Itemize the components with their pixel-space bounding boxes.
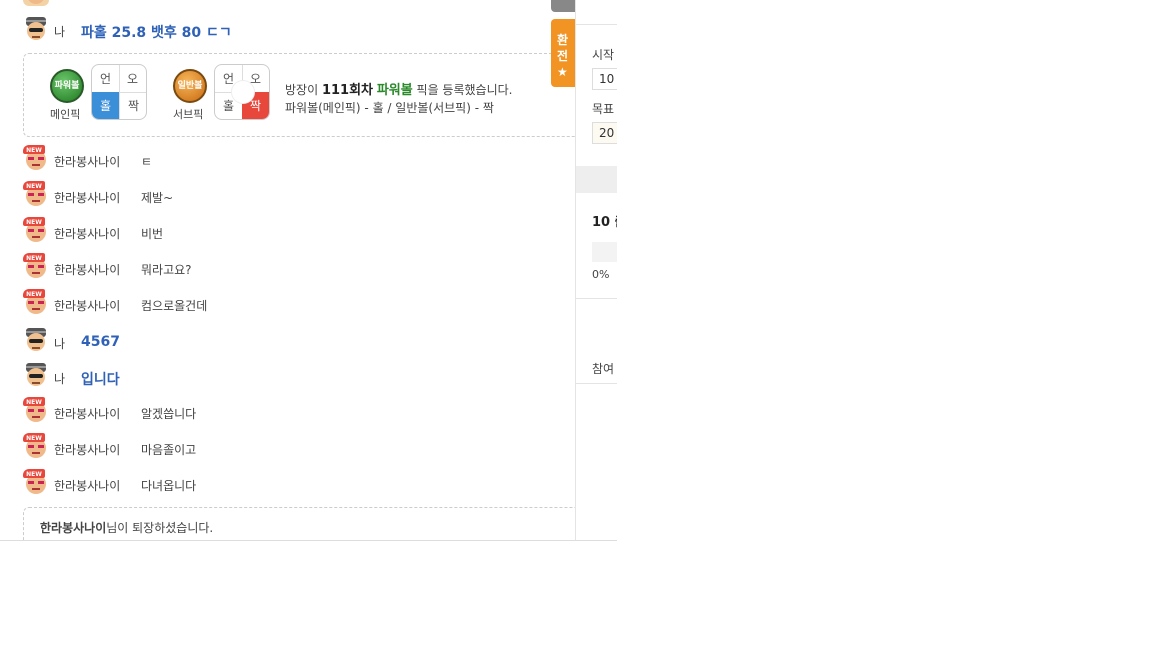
- start-input[interactable]: 10: [592, 68, 617, 90]
- svg-text:NEW: NEW: [26, 435, 42, 442]
- divider: [576, 383, 617, 384]
- svg-text:NEW: NEW: [26, 255, 42, 262]
- chat-message-mine: 나 입니다: [0, 362, 575, 392]
- svg-text:NEW: NEW: [26, 219, 42, 226]
- message-text: 비번: [141, 227, 164, 241]
- svg-text:NEW: NEW: [26, 147, 42, 154]
- sub-ball-label: 일반볼: [177, 81, 203, 91]
- progress-percent: 0%: [592, 268, 610, 281]
- cell-hol-selected: 홀: [92, 92, 119, 119]
- user-avatar[interactable]: NEW: [23, 253, 49, 279]
- powerball-ball-icon: 파워볼: [50, 69, 84, 103]
- user-avatar[interactable]: NEW: [23, 181, 49, 207]
- chat-viewport: 나 파홀 25.8 뱃후 80 ㄷㄱ 파워볼 메인픽 언 오 홀 짝 일반볼 서…: [0, 0, 617, 541]
- message-text: 컴으로올건데: [141, 299, 208, 313]
- message-text: ㅌ: [141, 155, 153, 169]
- round-number: 111회차: [321, 83, 373, 98]
- message-text: 파홀 25.8 뱃후 80 ㄷㄱ: [81, 25, 232, 41]
- chat-message: NEW 한라봉사나이 알겠씁니다: [0, 397, 575, 427]
- main-pick-grid: 언 오 홀 짝: [91, 64, 147, 120]
- message-nick: 나: [54, 372, 66, 386]
- sub-pick-caption: 서브픽: [173, 108, 204, 121]
- message-nick[interactable]: 한라봉사나이: [54, 153, 120, 170]
- summary-label: 10 출: [592, 215, 617, 230]
- message-nick[interactable]: 한라봉사나이: [54, 189, 120, 206]
- line1-prefix: 방장이: [285, 83, 322, 97]
- cell-over: 오: [119, 65, 146, 93]
- message-nick: 나: [54, 337, 66, 351]
- user-avatar[interactable]: NEW: [23, 433, 49, 459]
- panel-header-bar: [576, 166, 617, 193]
- grid-center-dot: [231, 80, 255, 104]
- pick-registration-box: 파워볼 메인픽 언 오 홀 짝 일반볼 서브픽 언 오 홀 짝 방장이 111회…: [23, 53, 575, 137]
- my-avatar: [23, 327, 49, 353]
- user-avatar[interactable]: NEW: [23, 289, 49, 315]
- line1-suffix: 픽을 등록했습니다.: [412, 83, 513, 97]
- message-text: 뭐라고요?: [141, 263, 192, 277]
- message-nick[interactable]: 한라봉사나이: [54, 405, 120, 422]
- user-avatar[interactable]: NEW: [23, 397, 49, 423]
- message-text: 마음졸이고: [141, 443, 197, 457]
- chat-message: NEW 한라봉사나이 ㅌ: [0, 145, 575, 175]
- divider: [576, 298, 617, 299]
- cell-jjak: 짝: [119, 92, 146, 119]
- chat-message: NEW 한라봉사나이 뭐라고요?: [0, 253, 575, 283]
- my-avatar: [23, 16, 49, 42]
- main-ball-label: 파워볼: [54, 81, 80, 91]
- main-pick-caption: 메인픽: [50, 108, 81, 121]
- chat-message: NEW 한라봉사나이 다녀옵니다: [0, 469, 575, 499]
- message-text: 알겠씁니다: [141, 407, 197, 421]
- progress-bar: [592, 242, 617, 262]
- message-nick[interactable]: 한라봉사나이: [54, 477, 120, 494]
- chat-message: NEW 한라봉사나이 비번: [0, 217, 575, 247]
- collapsed-tab[interactable]: [551, 0, 575, 12]
- chat-message: NEW 한라봉사나이 컴으로올건데: [0, 289, 575, 319]
- game-name: 파워볼: [376, 83, 413, 98]
- cell-un: 언: [92, 65, 120, 93]
- side-panel: 시작 10 목표 20 10 출 0% 참여: [575, 0, 617, 540]
- message-text: 제발~: [141, 191, 174, 205]
- exit-notice-box: 한라봉사나이님이 퇴장하셨습니다.: [23, 507, 575, 540]
- svg-text:NEW: NEW: [26, 471, 42, 478]
- svg-text:NEW: NEW: [26, 183, 42, 190]
- message-text: 다녀옵니다: [141, 479, 197, 493]
- chat-panel: 나 파홀 25.8 뱃후 80 ㄷㄱ 파워볼 메인픽 언 오 홀 짝 일반볼 서…: [0, 0, 575, 540]
- message-nick[interactable]: 한라봉사나이: [54, 297, 120, 314]
- user-avatar[interactable]: NEW: [23, 217, 49, 243]
- chat-message-mine: 나 4567: [0, 327, 575, 357]
- target-input[interactable]: 20: [592, 122, 617, 144]
- start-label: 시작: [592, 48, 615, 62]
- exchange-tab[interactable]: 환 전 ★: [551, 19, 575, 87]
- message-nick[interactable]: 한라봉사나이: [54, 261, 120, 278]
- message-nick: 나: [54, 25, 66, 39]
- message-text: 4567: [81, 334, 120, 350]
- message-nick[interactable]: 한라봉사나이: [54, 441, 120, 458]
- chat-message: NEW 한라봉사나이 제발~: [0, 181, 575, 211]
- pick-announcement-line1: 방장이 111회차 파워볼 픽을 등록했습니다.: [285, 79, 512, 98]
- exit-nick: 한라봉사나이: [40, 521, 107, 535]
- tab-char-2: 전: [557, 49, 569, 63]
- star-icon: ★: [557, 65, 568, 79]
- exit-notice: 한라봉사나이님이 퇴장하셨습니다.: [40, 519, 213, 536]
- sub-pick-grid: 언 오 홀 짝: [214, 64, 270, 120]
- target-label: 목표: [592, 102, 615, 116]
- exit-suffix: 님이 퇴장하셨습니다.: [106, 521, 214, 535]
- chat-message-mine: 나 파홀 25.8 뱃후 80 ㄷㄱ: [0, 16, 575, 46]
- chat-message: NEW 한라봉사나이 마음졸이고: [0, 433, 575, 463]
- user-avatar[interactable]: NEW: [23, 469, 49, 495]
- divider: [576, 24, 617, 25]
- partial-avatar: [23, 0, 49, 6]
- pick-announcement-line2: 파워볼(메인픽) - 홀 / 일반볼(서브픽) - 짝: [285, 101, 494, 115]
- svg-text:NEW: NEW: [26, 291, 42, 298]
- user-avatar[interactable]: NEW: [23, 145, 49, 171]
- message-nick[interactable]: 한라봉사나이: [54, 225, 120, 242]
- participate-label: 참여: [592, 362, 615, 376]
- normal-ball-icon: 일반볼: [173, 69, 207, 103]
- svg-text:NEW: NEW: [26, 399, 42, 406]
- tab-char-1: 환: [557, 33, 569, 47]
- my-avatar: [23, 362, 49, 388]
- message-text: 입니다: [81, 372, 120, 388]
